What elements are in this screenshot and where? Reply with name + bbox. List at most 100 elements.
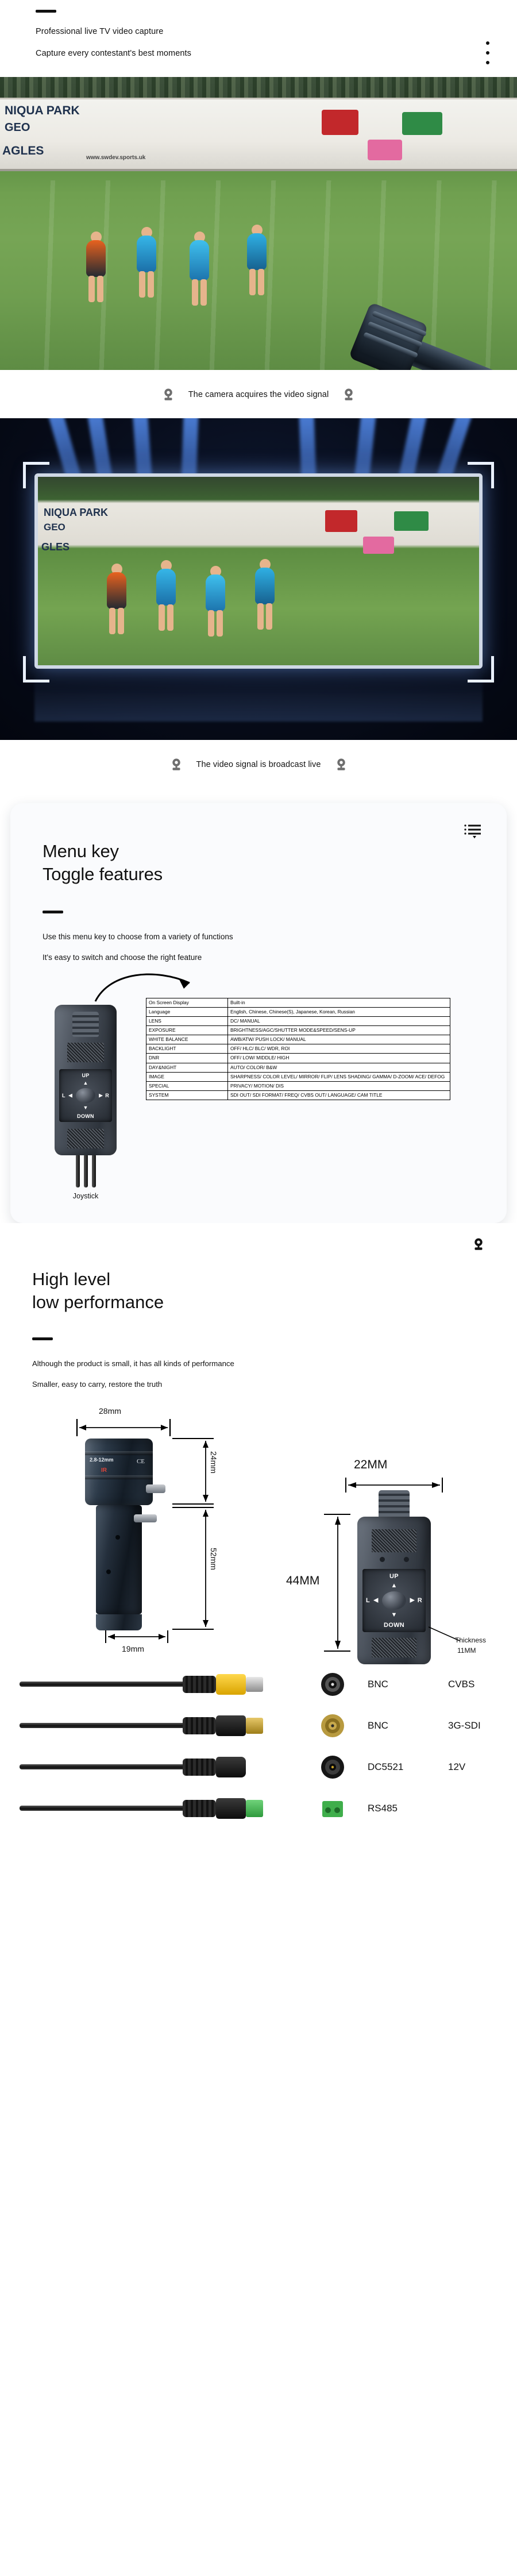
spec-key: Language (146, 1007, 228, 1017)
plug-head-terminal (216, 1798, 246, 1819)
joystick-stick[interactable] (382, 1591, 406, 1610)
camera-product-photo: 2.8-12mm CE IR (85, 1438, 165, 1630)
ad-text-3: AGLES (2, 144, 44, 157)
webcam-icon (172, 758, 180, 770)
camera-body-tube (96, 1505, 157, 1614)
ce-badge: CE (136, 1457, 145, 1465)
table-row: IMAGE SHARPNESS/ COLOR LEVEL/ MIRROR/ FL… (146, 1071, 450, 1082)
tv-screen-content: NIQUA PARK GEO GLES (38, 476, 479, 665)
webcam-icon (337, 758, 345, 770)
connector-list-section: BNC CVBS BNC 3G-SDI DC5521 12V RS485 (0, 1656, 517, 1843)
joystick-control-pad[interactable]: UP ▲ L ◀ ▶ R ▼ DOWN (362, 1568, 426, 1632)
joystick-arrow-up: ▲ (83, 1079, 88, 1086)
lens-adjust-screw (146, 1484, 165, 1493)
joystick-cable-gland (72, 1011, 99, 1037)
joystick-mesh-panel (372, 1529, 416, 1552)
connector-type: 12V (448, 1761, 466, 1772)
joystick-and-spec-row: UP ▲ L ◀ ▶ R ▼ DOWN Joystick On Screen D… (10, 973, 507, 1200)
advertising-board: NIQUA PARK GEO AGLES www.swdev.sports.uk (0, 97, 517, 171)
joystick-stick[interactable] (76, 1088, 95, 1103)
caption-text: The camera acquires the video signal (188, 390, 329, 399)
ad-text-4: www.swdev.sports.uk (86, 154, 146, 161)
spec-table-body: On Screen Display Built-in Language Engl… (146, 997, 450, 1100)
section-divider-rule (43, 911, 63, 914)
player-figure (86, 231, 106, 302)
menu-heading-line-1: Menu key (43, 840, 119, 861)
connector-type: CVBS (448, 1678, 475, 1690)
list-item: BNC CVBS (0, 1664, 517, 1705)
dimension-body-height: 52mm (209, 1547, 218, 1570)
list-item: RS485 (0, 1788, 517, 1829)
frame-corner (468, 655, 494, 682)
table-row: SYSTEM SDI OUT/ SDI FORMAT/ FREQ/ CVBS O… (146, 1090, 450, 1100)
product-detail-page: Professional live TV video capture Captu… (0, 0, 517, 1843)
joystick-label-down: DOWN (77, 1113, 94, 1119)
intro-line-1: Professional live TV video capture (36, 27, 164, 36)
joystick-mesh-panel (67, 1128, 104, 1148)
list-menu-icon[interactable] (464, 824, 481, 842)
spec-value: SDI OUT/ SDI FORMAT/ FREQ/ CVBS OUT/ LAN… (227, 1090, 450, 1100)
spec-value: AUTO/ COLOR/ B&W (227, 1062, 450, 1073)
joystick-arrow-left: ◀ (373, 1596, 379, 1604)
frame-corner (23, 655, 49, 682)
table-row: BACKLIGHT OFF/ HLC/ BLC/ WDR, ROI (146, 1044, 450, 1054)
spec-key: WHITE BALANCE (146, 1035, 228, 1045)
joystick-label-right: R (417, 1596, 422, 1604)
connector-plug (183, 1673, 263, 1695)
ir-badge: IR (101, 1467, 107, 1474)
bnc-connector-icon (321, 1672, 344, 1696)
performance-heading-line-1: High level (32, 1268, 111, 1289)
table-row: EXPOSURE BRIGHTNESS/AGC/SHUTTER MODE&SPE… (146, 1025, 450, 1036)
joystick-label-down: DOWN (383, 1621, 405, 1629)
body-adjust-screw (134, 1514, 157, 1522)
intro-section: Professional live TV video capture Captu… (0, 0, 517, 77)
dimension-thickness-value: 11MM (457, 1646, 476, 1655)
camera-lens-head: 2.8-12mm CE IR (85, 1438, 165, 1505)
joystick-arrow-right: ▶ (410, 1596, 415, 1604)
menu-card-heading: Menu key Toggle features (43, 840, 507, 885)
player-figure (137, 226, 156, 298)
joystick-product-photo: UP ▲ L ◀ ▶ R ▼ DOWN (357, 1490, 431, 1664)
spec-key: DAY&NIGHT (146, 1062, 228, 1073)
terminal-block-icon (322, 1800, 343, 1817)
connector-name: RS485 (368, 1802, 398, 1814)
bnc-sdi-connector-icon (321, 1714, 344, 1737)
camera-base (96, 1614, 142, 1630)
menu-key-card: Menu key Toggle features Use this menu k… (10, 803, 507, 1223)
spec-key: SYSTEM (146, 1090, 228, 1100)
joystick-control-pad[interactable]: UP ▲ L ◀ ▶ R ▼ DOWN (59, 1069, 112, 1122)
spec-value: OFF/ HLC/ BLC/ WDR, ROI (227, 1044, 450, 1054)
table-row: WHITE BALANCE AWB/ATW/ PUSH LOCK/ MANUAL (146, 1035, 450, 1045)
pointer-arrow-icon (94, 973, 190, 1002)
webcam-icon (471, 1237, 486, 1255)
tube-width-dimension-arrow (105, 1630, 168, 1643)
performance-sub-line-2: Smaller, easy to carry, restore the trut… (32, 1380, 163, 1389)
connector-name: BNC (368, 1719, 388, 1731)
caption-broadcast-live: The video signal is broadcast live (0, 739, 517, 788)
list-item: DC5521 12V (0, 1746, 517, 1788)
joystick-height-dimension-arrow (324, 1513, 350, 1652)
spec-value: OFF/ LOW/ MIDDLE/ HIGH (227, 1053, 450, 1063)
ad-text-1: NIQUA PARK (5, 103, 80, 117)
connector-plug (183, 1715, 263, 1736)
joystick-arrow-down: ▼ (391, 1611, 398, 1618)
spec-value: PRIVACY/ MOTION/ DIS (227, 1081, 450, 1091)
lens-marking-text: 2.8-12mm (90, 1456, 114, 1463)
joystick-label-left: L (62, 1092, 65, 1098)
spec-key: SPECIAL (146, 1081, 228, 1091)
tube-hole (106, 1569, 111, 1574)
section-divider-rule (36, 10, 56, 13)
dimension-camera-width: 28mm (99, 1406, 121, 1416)
list-item: BNC 3G-SDI (0, 1705, 517, 1746)
performance-sub-line-1: Although the product is small, it has al… (32, 1359, 234, 1368)
spec-value: BRIGHTNESS/AGC/SHUTTER MODE&SPEED/SENS-U… (227, 1025, 450, 1036)
spec-key: LENS (146, 1016, 228, 1027)
tv-display-frame: NIQUA PARK GEO GLES (34, 473, 483, 669)
connector-name: BNC (368, 1678, 388, 1690)
spec-value: SHARPNESS/ COLOR LEVEL/ MIRROR/ FLIP/ LE… (227, 1071, 450, 1082)
ad-text-2: GEO (5, 121, 30, 134)
broadcast-studio-photo: NIQUA PARK GEO GLES (0, 418, 517, 740)
webcam-icon (164, 388, 172, 400)
spec-value: DC/ MANUAL (227, 1016, 450, 1027)
intro-line-2: Capture every contestant's best moments (36, 48, 192, 58)
